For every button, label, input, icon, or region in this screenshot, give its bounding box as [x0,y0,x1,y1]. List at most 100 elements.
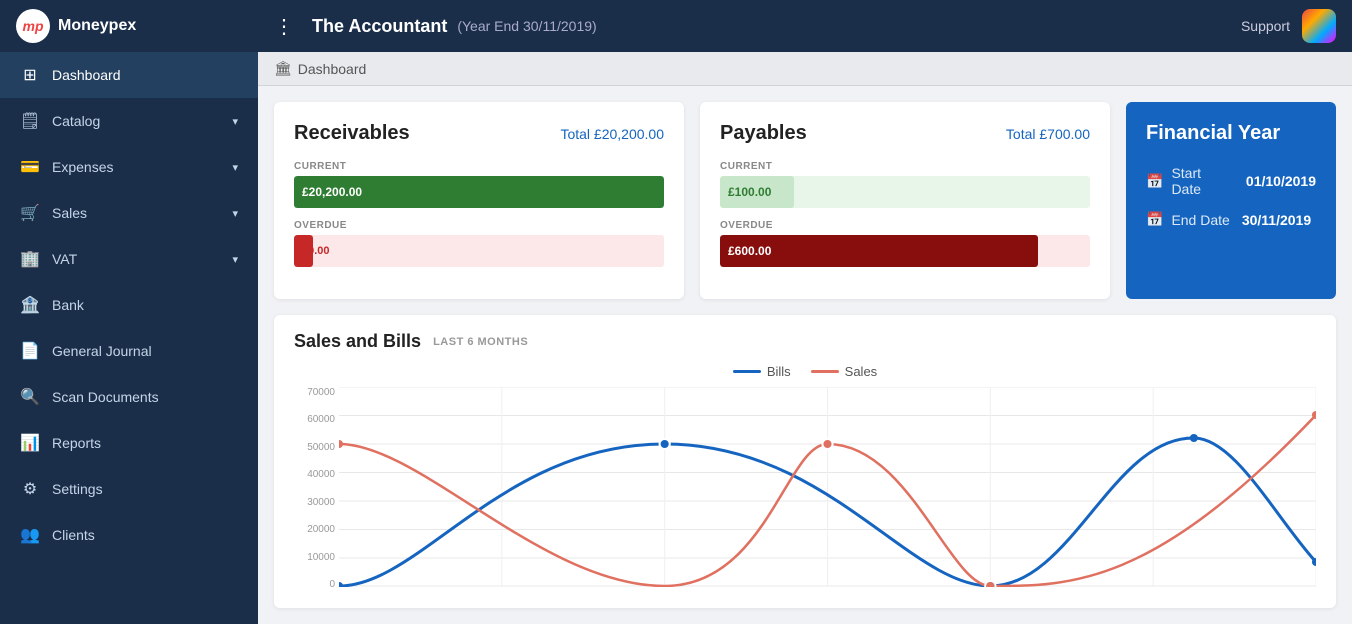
bills-dot [1190,434,1198,442]
clients-icon: 👥 [20,525,40,545]
sidebar-item-label: Expenses [52,159,113,175]
receivables-overdue-label: OVERDUE [294,220,664,231]
payables-total: Total £700.00 [1006,126,1090,142]
page-title: The Accountant [312,16,447,37]
page-subtitle: (Year End 30/11/2019) [457,18,596,34]
sidebar-item-catalog[interactable]: 🗒 Catalog ▾ [0,98,258,144]
expenses-icon: 💳 [20,157,40,177]
receivables-current-bar: £20,200.00 [294,176,664,208]
receivables-overdue-section: OVERDUE £0.00 [294,220,664,267]
chevron-down-icon: ▾ [232,207,238,220]
chart-title: Sales and Bills [294,331,421,352]
payables-current-section: CURRENT £100.00 [720,161,1090,208]
sidebar-item-bank[interactable]: 🏦 Bank [0,282,258,328]
y-label-30000: 30000 [294,497,335,508]
financial-year-start-row: 📅 Start Date 01/10/2019 [1146,165,1316,197]
sidebar-item-sales[interactable]: 🛒 Sales ▾ [0,190,258,236]
chart-subtitle: LAST 6 MONTHS [433,336,528,348]
sidebar-item-settings[interactable]: ⚙ Settings [0,466,258,512]
sidebar-item-dashboard[interactable]: ⊞ Dashboard [0,52,258,98]
sidebar-item-expenses[interactable]: 💳 Expenses ▾ [0,144,258,190]
layout: ⊞ Dashboard 🗒 Catalog ▾ 💳 Expenses ▾ 🛒 S… [0,52,1352,624]
dashboard-icon: ⊞ [20,65,40,85]
y-label-60000: 60000 [294,414,335,425]
legend-sales: Sales [811,364,878,379]
financial-year-end-row: 📅 End Date 30/11/2019 [1146,211,1316,228]
receivables-current-section: CURRENT £20,200.00 [294,161,664,208]
sidebar-item-scan-documents[interactable]: 🔍 Scan Documents [0,374,258,420]
payables-current-bar: £100.00 [720,176,794,208]
support-link[interactable]: Support [1241,18,1290,34]
payables-header: Payables Total £700.00 [720,122,1090,145]
financial-year-start-label: Start Date [1171,165,1233,197]
receivables-overdue-bar: £0.00 [294,235,313,267]
sidebar-item-label: Dashboard [52,67,121,83]
legend-sales-label: Sales [845,364,878,379]
logo: mp Moneypex [16,9,274,43]
chart-header: Sales and Bills LAST 6 MONTHS [294,331,1316,352]
sidebar-item-label: General Journal [52,343,152,359]
y-label-0: 0 [294,579,335,590]
bank-icon: 🏦 [20,295,40,315]
sidebar: ⊞ Dashboard 🗒 Catalog ▾ 💳 Expenses ▾ 🛒 S… [0,52,258,624]
receivables-total: Total £20,200.00 [560,126,664,142]
content: Receivables Total £20,200.00 CURRENT £20… [258,86,1352,624]
chart-card: Sales and Bills LAST 6 MONTHS Bills Sale… [274,315,1336,608]
receivables-overdue-value: £0.00 [302,245,330,257]
payables-current-label: CURRENT [720,161,1090,172]
financial-year-title: Financial Year [1146,122,1316,145]
calendar-icon: 📅 [1146,173,1163,190]
scan-icon: 🔍 [20,387,40,407]
chart-svg-container [339,387,1316,592]
sidebar-item-label: Settings [52,481,103,497]
main: 🏛 Dashboard Receivables Total £20,200.00… [258,52,1352,624]
y-axis: 70000 60000 50000 40000 30000 20000 1000… [294,387,339,592]
topbar: mp Moneypex ⋮ The Accountant (Year End 3… [0,0,1352,52]
cards-row: Receivables Total £20,200.00 CURRENT £20… [274,102,1336,299]
legend-sales-line [811,370,839,373]
brand-icon [1302,9,1336,43]
payables-overdue-value: £600.00 [728,244,771,258]
sidebar-item-vat[interactable]: 🏢 VAT ▾ [0,236,258,282]
reports-icon: 📊 [20,433,40,453]
chart-container: 70000 60000 50000 40000 30000 20000 1000… [294,387,1316,592]
logo-icon: mp [16,9,50,43]
sidebar-item-label: Reports [52,435,101,451]
sidebar-item-clients[interactable]: 👥 Clients [0,512,258,558]
chevron-down-icon: ▾ [232,161,238,174]
receivables-current-label: CURRENT [294,161,664,172]
sidebar-item-general-journal[interactable]: 📄 General Journal [0,328,258,374]
payables-overdue-label: OVERDUE [720,220,1090,231]
topbar-right: Support [1241,9,1336,43]
logo-text: Moneypex [58,17,136,35]
legend-bills-label: Bills [767,364,791,379]
sidebar-item-label: Catalog [52,113,100,129]
sidebar-item-label: VAT [52,251,77,267]
y-label-20000: 20000 [294,524,335,535]
payables-current-track: £100.00 [720,176,1090,208]
settings-icon: ⚙ [20,479,40,499]
receivables-current-track: £20,200.00 [294,176,664,208]
breadcrumb-icon: 🏛 [274,60,292,77]
breadcrumb: 🏛 Dashboard [258,52,1352,86]
sidebar-item-label: Clients [52,527,95,543]
payables-title: Payables [720,122,807,145]
menu-icon[interactable]: ⋮ [274,14,294,39]
y-label-70000: 70000 [294,387,335,398]
y-label-10000: 10000 [294,552,335,563]
breadcrumb-label: Dashboard [298,61,367,77]
chart-legend: Bills Sales [294,364,1316,379]
payables-overdue-bar: £600.00 [720,235,1038,267]
payables-overdue-track: £600.00 [720,235,1090,267]
financial-year-start-value: 01/10/2019 [1246,173,1316,189]
y-label-50000: 50000 [294,442,335,453]
y-label-40000: 40000 [294,469,335,480]
legend-bills-line [733,370,761,373]
chevron-down-icon: ▾ [232,115,238,128]
financial-year-end-label: End Date [1171,212,1229,228]
sidebar-item-label: Sales [52,205,87,221]
sidebar-item-reports[interactable]: 📊 Reports [0,420,258,466]
sales-icon: 🛒 [20,203,40,223]
payables-card: Payables Total £700.00 CURRENT £100.00 O… [700,102,1110,299]
receivables-title: Receivables [294,122,410,145]
